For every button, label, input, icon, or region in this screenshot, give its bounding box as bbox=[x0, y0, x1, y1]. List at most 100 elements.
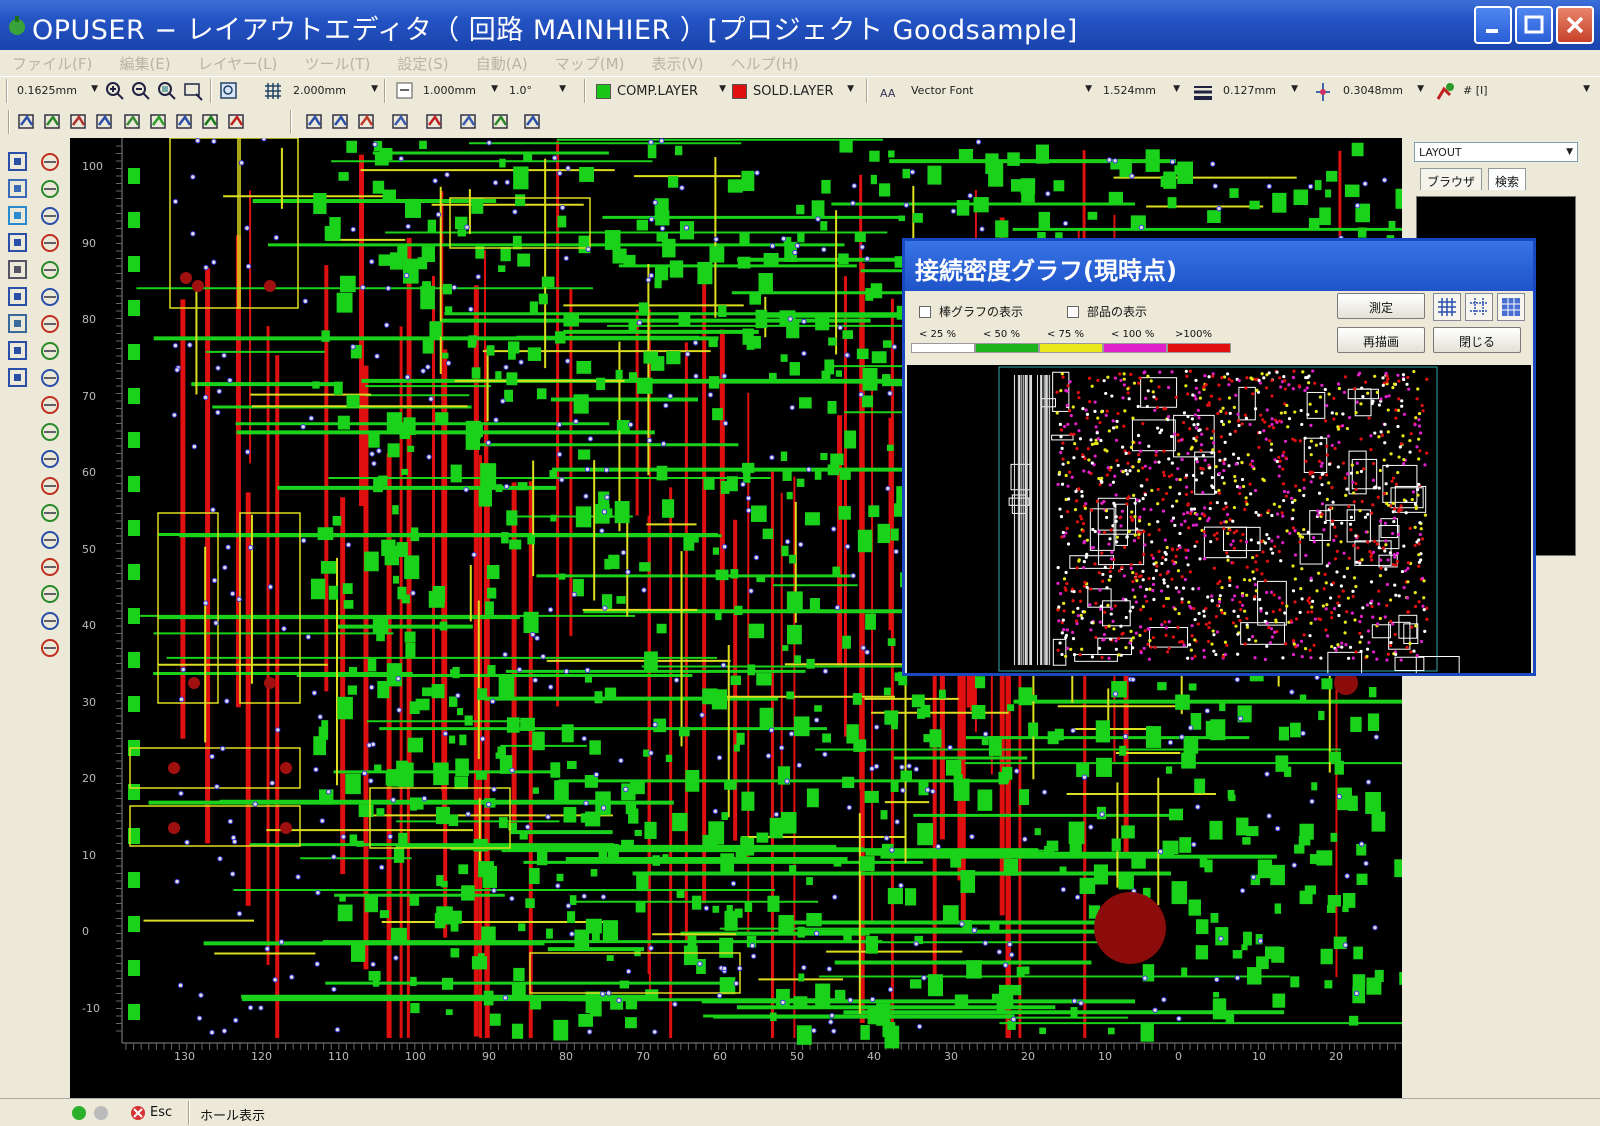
ratsnest-icon[interactable] bbox=[38, 393, 62, 417]
rotate-icon[interactable] bbox=[330, 111, 352, 133]
net-tool-icon[interactable] bbox=[6, 150, 30, 174]
zoom-pad-icon[interactable] bbox=[522, 111, 544, 133]
minimize-button[interactable] bbox=[1474, 6, 1512, 44]
zoom-in-icon[interactable] bbox=[104, 80, 126, 102]
grid-medium-button[interactable] bbox=[1465, 293, 1493, 321]
comp-layer-select[interactable]: COMP.LAYER ▼ bbox=[614, 80, 728, 102]
select-tool-icon[interactable] bbox=[16, 111, 38, 133]
grid-coarse-button[interactable] bbox=[1497, 293, 1525, 321]
snap-select[interactable]: 2.000mm ▼ bbox=[290, 80, 380, 102]
copy-icon[interactable] bbox=[38, 177, 62, 201]
parts-checkbox[interactable]: 部品の表示 bbox=[1067, 303, 1147, 320]
measure-button[interactable]: 測定 bbox=[1337, 293, 1425, 319]
legend-label: < 25 % bbox=[919, 329, 956, 340]
rotate-part-icon[interactable] bbox=[38, 312, 62, 336]
no-entry-icon[interactable] bbox=[38, 204, 62, 228]
gate-swap-icon[interactable] bbox=[38, 582, 62, 606]
panel-mode-select[interactable]: LAYOUT ▼ bbox=[1414, 142, 1578, 162]
template-icon[interactable] bbox=[38, 636, 62, 660]
pin-tool-icon[interactable] bbox=[226, 111, 248, 133]
route-tool-icon[interactable] bbox=[42, 111, 64, 133]
origin-icon[interactable] bbox=[490, 111, 512, 133]
group-icon[interactable] bbox=[38, 339, 62, 363]
component-tool-icon[interactable] bbox=[68, 111, 90, 133]
layer-tool-icon[interactable] bbox=[174, 111, 196, 133]
y-tick-label: 80 bbox=[82, 313, 96, 326]
tab-browser[interactable]: ブラウザ bbox=[1420, 168, 1483, 190]
text-size-select[interactable]: 1.524mm ▼ bbox=[1100, 80, 1182, 102]
layer-stack-icon[interactable] bbox=[38, 150, 62, 174]
bar-graph-checkbox[interactable]: 棒グラフの表示 bbox=[919, 303, 1023, 320]
move-icon[interactable] bbox=[458, 111, 480, 133]
tab-search[interactable]: 検索 bbox=[1488, 168, 1527, 190]
pointer-icon[interactable] bbox=[38, 474, 62, 498]
via-size-select[interactable]: 0.3048mm ▼ bbox=[1340, 80, 1426, 102]
line-step-select[interactable]: 1.000mm ▼ bbox=[420, 80, 500, 102]
dialog-title[interactable]: 接続密度グラフ(現時点) bbox=[905, 241, 1533, 291]
copper-tool-icon[interactable] bbox=[148, 111, 170, 133]
align-icon[interactable] bbox=[6, 339, 30, 363]
legend-color-bar bbox=[911, 343, 975, 353]
dropdown-arrow-icon: ▼ bbox=[1417, 84, 1424, 94]
density-graph-dialog[interactable]: 接続密度グラフ(現時点) 棒グラフの表示 部品の表示 測定 再描画 閉じる < … bbox=[902, 238, 1536, 676]
zoom-out-icon[interactable] bbox=[130, 80, 152, 102]
property-icon[interactable] bbox=[6, 258, 30, 282]
menu-help[interactable]: ヘルプ(H) bbox=[719, 50, 809, 74]
area-tool-icon[interactable] bbox=[94, 111, 116, 133]
fill-tool-icon[interactable] bbox=[122, 111, 144, 133]
curve-icon[interactable] bbox=[38, 609, 62, 633]
title-bar[interactable]: OPUSER − レイアウトエディタ（ 回路 MAINHIER ）[プロジェクト… bbox=[0, 0, 1600, 50]
delete-icon[interactable] bbox=[6, 231, 30, 255]
stack-icon[interactable] bbox=[356, 111, 378, 133]
image-icon[interactable] bbox=[38, 528, 62, 552]
checkbox-box[interactable] bbox=[919, 306, 931, 318]
menu-edit[interactable]: 編集(E) bbox=[107, 50, 180, 74]
menu-map[interactable]: マップ(M) bbox=[543, 50, 635, 74]
stop-icon[interactable] bbox=[130, 1105, 146, 1121]
fill-area-icon[interactable] bbox=[38, 555, 62, 579]
dropdown-arrow-icon: ▼ bbox=[491, 84, 498, 94]
center-icon[interactable] bbox=[38, 285, 62, 309]
undo-icon[interactable] bbox=[304, 111, 326, 133]
zoom-window-icon[interactable] bbox=[182, 80, 204, 102]
swap-icon[interactable] bbox=[6, 285, 30, 309]
menu-layer[interactable]: レイヤー(L) bbox=[186, 50, 288, 74]
menu-settings[interactable]: 設定(S) bbox=[385, 50, 458, 74]
triangle-icon[interactable] bbox=[38, 366, 62, 390]
part-place-icon[interactable] bbox=[6, 177, 30, 201]
mirror-icon[interactable] bbox=[38, 231, 62, 255]
angle-select[interactable]: 1.0° ▼ bbox=[506, 80, 568, 102]
measure-icon[interactable] bbox=[390, 111, 412, 133]
close-button[interactable] bbox=[1556, 6, 1594, 44]
checkbox-box[interactable] bbox=[1067, 306, 1079, 318]
font-select[interactable]: Vector Font ▼ bbox=[908, 80, 1094, 102]
net-select[interactable]: # [I] ▼ bbox=[1460, 80, 1592, 102]
maximize-button[interactable] bbox=[1515, 6, 1553, 44]
net-icon bbox=[1436, 83, 1454, 100]
text-icon[interactable] bbox=[38, 420, 62, 444]
menu-view[interactable]: 表示(V) bbox=[640, 50, 714, 74]
line-width-select[interactable]: 0.127mm ▼ bbox=[1220, 80, 1300, 102]
move-part-icon[interactable] bbox=[6, 204, 30, 228]
help-icon[interactable] bbox=[6, 366, 30, 390]
menu-auto[interactable]: 自動(A) bbox=[464, 50, 538, 74]
menu-file[interactable]: ファイル(F) bbox=[0, 50, 102, 74]
drc-icon[interactable] bbox=[424, 111, 446, 133]
sold-layer-select[interactable]: SOLD.LAYER ▼ bbox=[750, 80, 856, 102]
grid-icon[interactable] bbox=[262, 80, 284, 102]
pour-tool-icon[interactable] bbox=[200, 111, 222, 133]
dimension-icon[interactable] bbox=[38, 447, 62, 471]
redraw-button[interactable]: 再描画 bbox=[1337, 327, 1425, 353]
array-icon[interactable] bbox=[38, 258, 62, 282]
zoom-fit-icon[interactable] bbox=[156, 80, 178, 102]
line-step-icon[interactable] bbox=[394, 80, 416, 102]
grid-step-select[interactable]: 0.1625mm ▼ bbox=[14, 80, 100, 102]
x-tick-label: 110 bbox=[328, 1050, 349, 1063]
redraw-icon[interactable] bbox=[218, 80, 240, 102]
connect-icon[interactable] bbox=[38, 501, 62, 525]
replace-icon[interactable] bbox=[6, 312, 30, 336]
close-dialog-button[interactable]: 閉じる bbox=[1433, 327, 1521, 353]
esc-label[interactable]: Esc bbox=[150, 1105, 172, 1120]
grid-fine-button[interactable] bbox=[1433, 293, 1461, 321]
menu-tools[interactable]: ツール(T) bbox=[292, 50, 380, 74]
